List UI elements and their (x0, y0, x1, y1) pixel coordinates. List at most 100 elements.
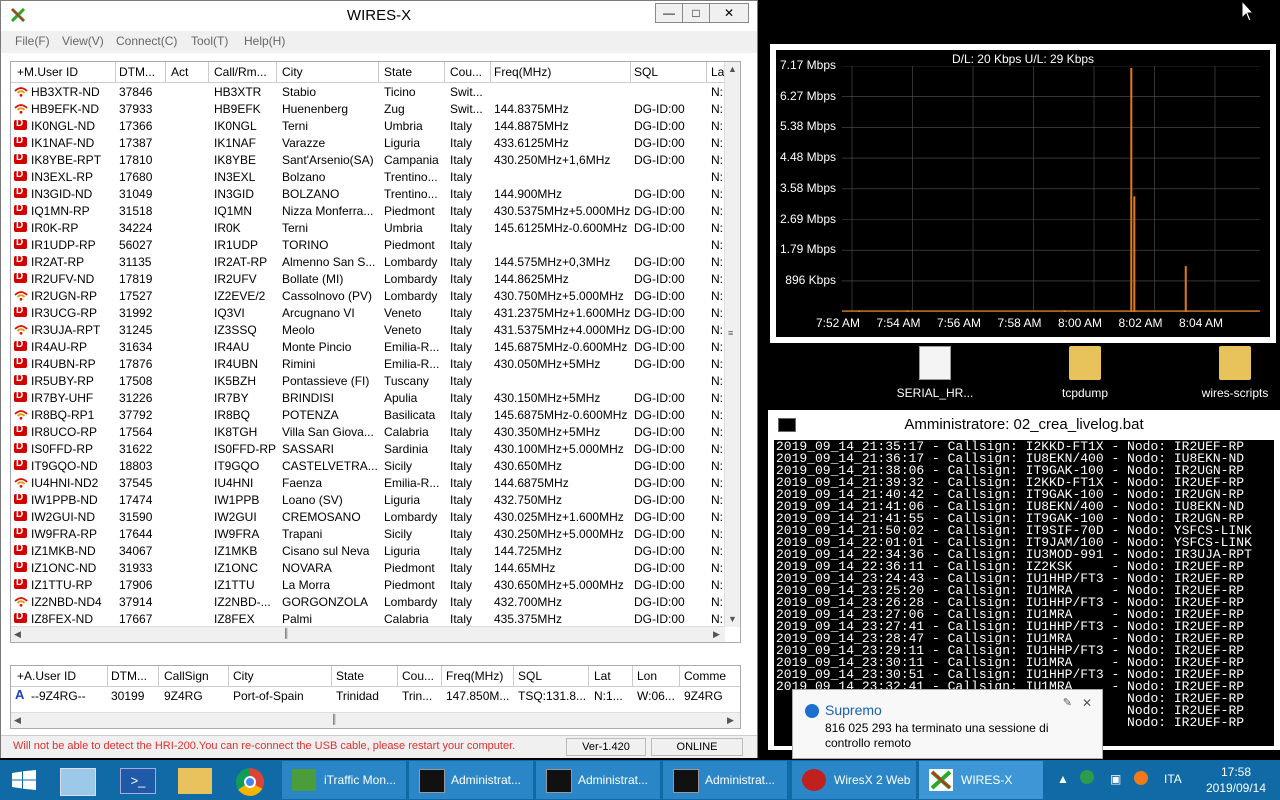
supremo-tray-icon[interactable] (1080, 770, 1094, 784)
folder-shortcut-icon (1219, 346, 1251, 380)
table-row[interactable]: IN3EXL-RP 17680 IN3EXL Bolzano Trentino... It… (11, 168, 725, 185)
cell-id: IR3UJA-RPT (31, 323, 101, 337)
col2-user-id[interactable]: +A.User ID (17, 669, 107, 683)
table-row[interactable]: IZ1ONC-ND 31933 IZ1ONC NOVARA Piedmont Italy 1… (11, 559, 725, 576)
firefox-icon[interactable] (1134, 771, 1148, 785)
table-row[interactable]: IR7BY-UHF 31226 IR7BY BRINDISI Apulia Italy 43… (11, 389, 725, 406)
col-call[interactable]: Call/Rm... (214, 65, 276, 79)
table-row[interactable]: IR4AU-RP 31634 IR4AU Monte Pincio Emilia-R..… (11, 338, 725, 355)
col2-state[interactable]: State (336, 669, 396, 683)
scroll-right-icon[interactable]: ▶ (727, 715, 734, 726)
pin-icon[interactable]: ✎ (1063, 696, 1072, 709)
server-manager-icon[interactable] (60, 768, 96, 796)
col2-dtm[interactable]: DTM... (111, 669, 155, 683)
col2-lon[interactable]: Lon (637, 669, 677, 683)
table-row[interactable]: IS0FFD-RP 31622 IS0FFD-RP SASSARI Sardinia It… (11, 440, 725, 457)
menu-tool[interactable]: Tool(T) (191, 34, 228, 48)
horizontal-scrollbar[interactable]: ◀ ║ ▶ (11, 626, 725, 642)
col2-sql[interactable]: SQL (518, 669, 588, 683)
table-row[interactable]: IR4UBN-RP 17876 IR4UBN Rimini Emilia-R... Ita… (11, 355, 725, 372)
table-row[interactable]: IR1UDP-RP 56027 IR1UDP TORINO Piedmont Italy N… (11, 236, 725, 253)
table-row[interactable]: IR3UCG-RP 31992 IQ3VI Arcugnano VI Veneto Ita… (11, 304, 725, 321)
desktop-icon-wires-scripts[interactable]: wires-scripts (1190, 346, 1280, 400)
scroll-right-icon[interactable]: ▶ (713, 629, 720, 640)
table-row[interactable]: IT9GQO-ND 18803 IT9GQO CASTELVETRA... Sicily… (11, 457, 725, 474)
table-row[interactable]: IZ8FEX-ND 17667 IZ8FEX Palmi Calabria Italy 43… (11, 610, 725, 627)
minimize-button[interactable]: — (655, 3, 683, 23)
table-row[interactable]: IZ1MKB-ND 34067 IZ1MKB Cisano sul Neva Ligur… (11, 542, 725, 559)
vertical-scrollbar[interactable]: ▲ ≡ ▼ (724, 62, 740, 627)
col2-lat[interactable]: Lat (594, 669, 634, 683)
table-row[interactable]: IK1NAF-ND 17387 IK1NAF Varazze Liguria Italy 4… (11, 134, 725, 151)
table-row[interactable]: IW2GUI-ND 31590 IW2GUI CREMOSANO Lombardy Ita… (11, 508, 725, 525)
table-row[interactable]: IZ1TTU-RP 17906 IZ1TTU La Morra Piedmont Ital… (11, 576, 725, 593)
col-freq[interactable]: Freq(MHz) (494, 65, 624, 79)
table-row[interactable]: IK8YBE-RPT 17810 IK8YBE Sant'Arsenio(SA) Cam… (11, 151, 725, 168)
table-row[interactable]: IZ2NBD-ND4 37914 IZ2NBD-... GORGONZOLA Lomba… (11, 593, 725, 610)
col2-callsign[interactable]: CallSign (164, 669, 224, 683)
menu-help[interactable]: Help(H) (244, 34, 285, 48)
col2-freq[interactable]: Freq(MHz) (446, 669, 510, 683)
network-icon[interactable]: ▣ (1110, 772, 1121, 786)
horizontal-scrollbar-2[interactable]: ◀ ║ ▶ (11, 712, 740, 728)
table-row[interactable]: IR8BQ-RP1 37792 IR8BQ POTENZA Basilicata Ital… (11, 406, 725, 423)
taskbar-app-admin-2[interactable]: Administrat... (536, 761, 660, 799)
taskbar-app-admin-1[interactable]: Administrat... (409, 761, 533, 799)
menu-connect[interactable]: Connect(C) (116, 34, 177, 48)
table-row[interactable]: IK0NGL-ND 17366 IK0NGL Terni Umbria Italy 144.… (11, 117, 725, 134)
col2-city[interactable]: City (233, 669, 329, 683)
col2-comment[interactable]: Comme (684, 669, 726, 683)
powershell-icon[interactable]: >_ (120, 768, 156, 794)
table-row[interactable]: HB3XTR-ND 37846 HB3XTR Stabio Ticino Swit... N… (11, 83, 725, 100)
taskbar-app-wiresx[interactable]: WIRES-X (919, 761, 1043, 799)
chrome-icon[interactable] (236, 768, 264, 796)
desktop-icon-tcpdump[interactable]: tcpdump (1040, 346, 1130, 400)
table-row[interactable]: IR2UGN-RP 17527 IZ2EVE/2 Cassolnovo (PV) Lom… (11, 287, 725, 304)
col-city[interactable]: City (282, 65, 378, 79)
table-row[interactable]: IW9FRA-RP 17644 IW9FRA Trapani Sicily Italy 43… (11, 525, 725, 542)
col-user-id[interactable]: +M.User ID (17, 65, 117, 79)
col-country[interactable]: Cou... (450, 65, 492, 79)
table-row[interactable]: IR3UJA-RPT 31245 IZ3SSQ Meolo Veneto Italy 431… (11, 321, 725, 338)
clock[interactable]: 17:58 2019/09/14 (1196, 764, 1276, 796)
windows-start-icon[interactable] (12, 770, 36, 790)
col-sql[interactable]: SQL (634, 65, 704, 79)
taskbar-app-wiresx2web[interactable]: WiresX 2 Web (792, 761, 916, 799)
table-row[interactable]: A --9Z4RG-- 30199 9Z4RG Port-of-Spain Tr… (11, 687, 726, 704)
table-row[interactable]: IR2UFV-ND 17819 IR2UFV Bollate (MI) Lombardy… (11, 270, 725, 287)
language-indicator[interactable]: ITA (1164, 772, 1182, 786)
cell-sql: DG-ID:00 (634, 306, 685, 320)
table-row[interactable]: IR0K-RP 34224 IR0K Terni Umbria Italy 145.6125… (11, 219, 725, 236)
menu-view[interactable]: View(V) (62, 34, 104, 48)
col-state[interactable]: State (384, 65, 446, 79)
file-explorer-icon[interactable] (178, 768, 212, 794)
scroll-up-icon[interactable]: ▲ (728, 64, 737, 74)
col-act[interactable]: Act (171, 65, 207, 79)
show-hidden-icons-icon[interactable]: ▲ (1057, 772, 1069, 786)
taskbar-app-itraffic[interactable]: iTraffic Mon... (282, 761, 406, 799)
table-row[interactable]: IU4HNI-ND2 37545 IU4HNI Faenza Emilia-R... It… (11, 474, 725, 491)
col-dtm[interactable]: DTM... (119, 65, 167, 79)
col-la[interactable]: La (711, 65, 725, 79)
table-row[interactable]: IN3GID-ND 31049 IN3GID BOLZANO Trentino... It… (11, 185, 725, 202)
wiresx-titlebar[interactable]: WIRES-X — □ ✕ (1, 1, 757, 29)
scroll-left-icon[interactable]: ◀ (14, 629, 21, 640)
close-icon[interactable]: ✕ (1082, 696, 1092, 710)
cell-user-id: --9Z4RG-- (31, 689, 86, 703)
table-row[interactable]: HB9EFK-ND 37933 HB9EFK Huenenberg Zug Swit...… (11, 100, 725, 117)
scroll-left-icon[interactable]: ◀ (14, 715, 21, 726)
table-row[interactable]: IQ1MN-RP 31518 IQ1MN Nizza Monferra... Piedm… (11, 202, 725, 219)
col2-country[interactable]: Cou... (402, 669, 442, 683)
notification-toast[interactable]: Supremo 816 025 293 ha terminato una ses… (792, 689, 1103, 759)
desktop-icon-serial[interactable]: SERIAL_HR... (890, 346, 980, 400)
taskbar-app-admin-3[interactable]: Administrat... (663, 761, 787, 799)
menu-file[interactable]: File(F) (15, 34, 50, 48)
table-row[interactable]: IR2AT-RP 31135 IR2AT-RP Almenno San S... Lom… (11, 253, 725, 270)
close-button[interactable]: ✕ (709, 3, 749, 23)
scroll-down-icon[interactable]: ▼ (728, 614, 737, 624)
table-row[interactable]: IR8UCO-RP 17564 IK8TGH Villa San Giova... Ca… (11, 423, 725, 440)
maximize-button[interactable]: □ (682, 3, 710, 23)
console-titlebar[interactable]: Amministratore: 02_crea_livelog.bat (768, 410, 1280, 440)
table-row[interactable]: IW1PPB-ND 17474 IW1PPB Loano (SV) Liguria Ita… (11, 491, 725, 508)
table-row[interactable]: IR5UBY-RP 17508 IK5BZH Pontassieve (FI) Tusc… (11, 372, 725, 389)
